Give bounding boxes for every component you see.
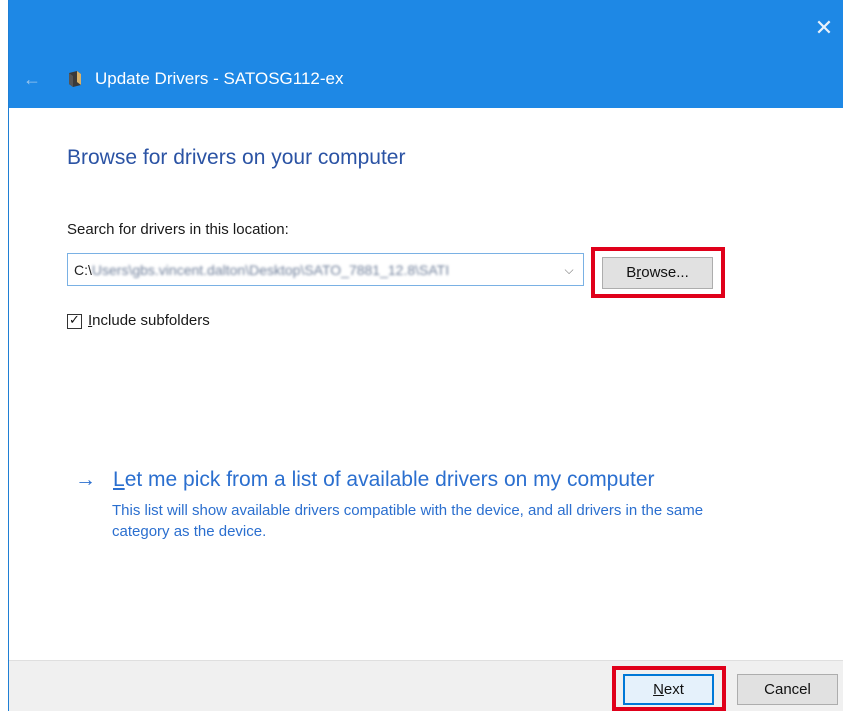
- page-heading: Browse for drivers on your computer: [67, 146, 406, 169]
- update-drivers-window: ✕ ← Update Drivers - SATOSG112-ex Browse…: [8, 0, 843, 711]
- device-icon: [69, 71, 81, 87]
- chevron-down-icon[interactable]: ⌵: [561, 260, 577, 280]
- title-bar: ✕ ← Update Drivers - SATOSG112-ex: [9, 0, 843, 108]
- driver-path-value[interactable]: C:\Users\gbs.vincent.dalton\Desktop\SATO…: [74, 260, 550, 280]
- include-subfolders-checkbox[interactable]: ✓: [67, 311, 82, 329]
- pick-from-list-description: This list will show available drivers co…: [112, 502, 704, 540]
- browse-button[interactable]: Browse...: [602, 257, 713, 289]
- arrow-right-icon: →: [75, 468, 96, 491]
- back-arrow-icon[interactable]: ←: [23, 68, 45, 90]
- include-subfolders-label[interactable]: Include subfolders: [88, 311, 210, 331]
- check-icon: ✓: [69, 311, 80, 327]
- pick-from-list-link[interactable]: → Let me pick from a list of available d…: [75, 466, 655, 494]
- search-location-label: Search for drivers in this location:: [67, 221, 289, 238]
- driver-path-combobox[interactable]: C:\Users\gbs.vincent.dalton\Desktop\SATO…: [67, 253, 584, 286]
- pick-from-list-label[interactable]: Let me pick from a list of available dri…: [113, 466, 655, 494]
- include-subfolders-row[interactable]: ✓ Include subfolders: [67, 310, 210, 332]
- obscured-path-segment: Users\gbs.vincent.dalton\Desktop\SATO_78…: [91, 262, 450, 278]
- close-icon[interactable]: ✕: [810, 14, 838, 42]
- cancel-button[interactable]: Cancel: [737, 674, 838, 705]
- window-title: Update Drivers - SATOSG112-ex: [95, 69, 344, 88]
- next-button[interactable]: Next: [623, 674, 714, 705]
